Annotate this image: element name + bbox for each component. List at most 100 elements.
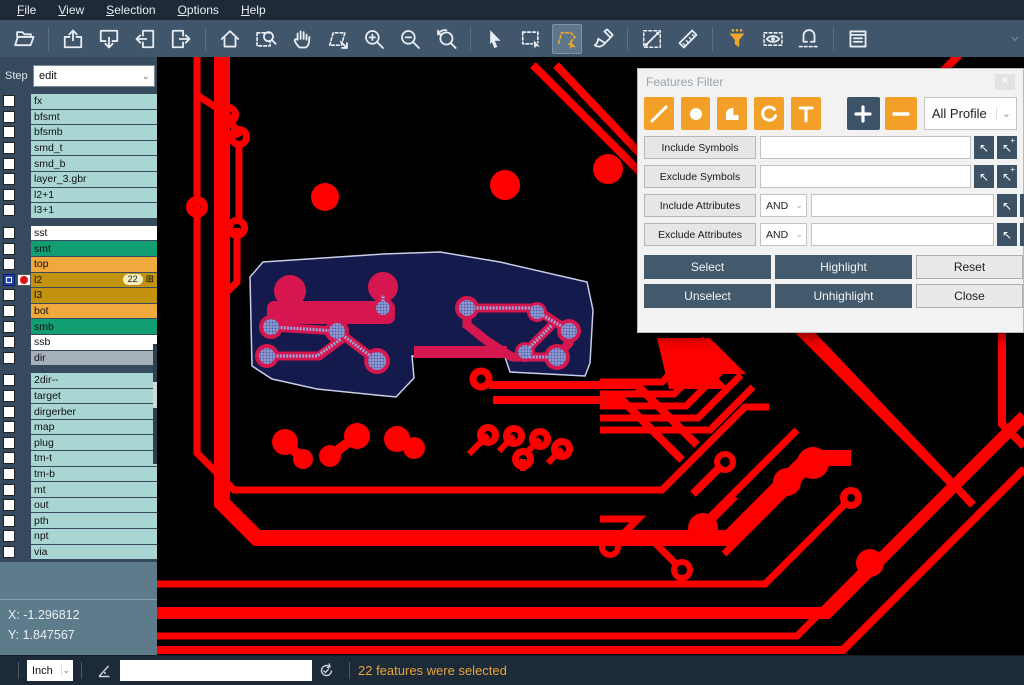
layer-checkbox-bfsmb[interactable] <box>3 126 15 138</box>
profile-select[interactable]: All Profile ⌄ <box>924 97 1017 130</box>
layer-name[interactable]: via <box>31 545 157 560</box>
angle-measure-icon[interactable] <box>96 663 112 679</box>
layer-row-smd_t[interactable]: smd_t <box>3 141 157 156</box>
layer-row-l3+1[interactable]: l3+1 <box>3 203 157 218</box>
measure-line-button[interactable] <box>637 24 667 54</box>
layer-checkbox-bfsmt[interactable] <box>3 111 15 123</box>
layer-name[interactable]: layer_3.gbr <box>31 172 157 187</box>
layer-row-2dir--[interactable]: 2dir-- <box>3 373 157 388</box>
layer-name[interactable]: out <box>31 498 157 513</box>
layer-row-l3[interactable]: l3 <box>3 288 157 303</box>
filter-label-button[interactable]: Include Symbols <box>644 136 756 159</box>
open-folder-button[interactable] <box>9 24 39 54</box>
menu-item-view[interactable]: View <box>47 1 95 19</box>
pan-hand-button[interactable] <box>287 24 317 54</box>
select-rectangle-button[interactable] <box>516 24 546 54</box>
layer-checkbox-pth[interactable] <box>3 515 15 527</box>
layer-checkbox-dir[interactable] <box>3 352 15 364</box>
layer-row-l2+1[interactable]: l2+1 <box>3 188 157 203</box>
layer-name[interactable]: tm-t <box>31 451 157 466</box>
layer-checkbox-npt[interactable] <box>3 530 15 542</box>
measure-ruler-button[interactable] <box>673 24 703 54</box>
layer-name[interactable]: fx <box>31 94 157 109</box>
select-pointer-button[interactable] <box>480 24 510 54</box>
pick-add-from-canvas-button[interactable]: ↖+ <box>997 136 1017 159</box>
unit-select[interactable]: Inch ⌄ <box>27 660 73 681</box>
layer-name[interactable]: plug <box>31 435 157 450</box>
layer-checkbox-smt[interactable] <box>3 243 15 255</box>
layer-name[interactable]: target <box>31 389 157 404</box>
layer-checkbox-bot[interactable] <box>3 305 15 317</box>
filter-label-button[interactable]: Include Attributes <box>644 194 756 217</box>
layer-name[interactable]: dirgerber <box>31 404 157 419</box>
layer-row-bot[interactable]: bot <box>3 304 157 319</box>
layer-row-tm-t[interactable]: tm-t <box>3 451 157 466</box>
layer-checkbox-smd_t[interactable] <box>3 142 15 154</box>
move-left-button[interactable] <box>130 24 160 54</box>
layer-row-layer_3.gbr[interactable]: layer_3.gbr <box>3 172 157 187</box>
menu-item-file[interactable]: File <box>6 1 47 19</box>
layer-checkbox-tm-b[interactable] <box>3 468 15 480</box>
layer-name[interactable]: map <box>31 420 157 435</box>
pick-from-canvas-button[interactable]: ↖ <box>974 136 994 159</box>
layer-name[interactable]: dir <box>31 351 157 366</box>
layer-checkbox-target[interactable] <box>3 390 15 402</box>
zoom-in-button[interactable] <box>359 24 389 54</box>
menu-item-options[interactable]: Options <box>167 1 230 19</box>
unselect-button[interactable]: Unselect <box>644 284 771 308</box>
pick-from-canvas-button[interactable]: ↖ <box>997 223 1017 246</box>
layer-checkbox-l2[interactable] <box>3 274 15 286</box>
layer-row-dirgerber[interactable]: dirgerber <box>3 404 157 419</box>
select-polygon-button[interactable] <box>552 24 582 54</box>
layer-list-scrollbar[interactable] <box>153 344 157 464</box>
layer-checkbox-fx[interactable] <box>3 95 15 107</box>
layer-name[interactable]: l3 <box>31 288 157 303</box>
layer-name[interactable]: pth <box>31 513 157 528</box>
layer-checkbox-via[interactable] <box>3 546 15 558</box>
layer-row-smt[interactable]: smt <box>3 241 157 256</box>
layer-name[interactable]: npt <box>31 529 157 544</box>
layer-row-ssb[interactable]: ssb <box>3 335 157 350</box>
layer-name[interactable]: mt <box>31 482 157 497</box>
reset-button[interactable]: Reset <box>916 255 1023 279</box>
home-button[interactable] <box>215 24 245 54</box>
layer-checkbox-tm-t[interactable] <box>3 452 15 464</box>
zoom-area-button[interactable] <box>251 24 281 54</box>
filter-value-input[interactable] <box>760 165 971 188</box>
layer-checkbox-l2+1[interactable] <box>3 189 15 201</box>
layer-checkbox-top[interactable] <box>3 258 15 270</box>
layer-name[interactable]: smb <box>31 319 157 334</box>
layer-name[interactable]: top <box>31 257 157 272</box>
unhighlight-button[interactable]: Unhighlight <box>775 284 912 308</box>
layer-row-npt[interactable]: npt <box>3 529 157 544</box>
layer-name[interactable]: l222⊞ <box>31 273 157 288</box>
layer-row-bfsmb[interactable]: bfsmb <box>3 125 157 140</box>
view-options-button[interactable] <box>758 24 788 54</box>
layer-row-plug[interactable]: plug <box>3 435 157 450</box>
layer-checkbox-plug[interactable] <box>3 437 15 449</box>
command-input[interactable] <box>120 660 312 681</box>
layer-row-l2[interactable]: l222⊞ <box>3 273 157 288</box>
layer-row-smb[interactable]: smb <box>3 319 157 334</box>
highlight-button[interactable]: Highlight <box>775 255 912 279</box>
remove-filter-button[interactable] <box>885 97 917 130</box>
filter-value-input[interactable] <box>811 223 994 246</box>
layer-grid-icon[interactable]: ⊞ <box>146 274 154 285</box>
layer-row-mt[interactable]: mt <box>3 482 157 497</box>
filter-value-input[interactable] <box>760 136 971 159</box>
layer-name[interactable]: smd_t <box>31 141 157 156</box>
pick-from-canvas-button[interactable]: ↖ <box>997 194 1017 217</box>
zoom-previous-button[interactable] <box>431 24 461 54</box>
layer-row-via[interactable]: via <box>3 545 157 560</box>
operator-select[interactable]: AND⌄ <box>760 194 807 217</box>
layer-list-button[interactable] <box>843 24 873 54</box>
layer-row-out[interactable]: out <box>3 498 157 513</box>
layer-checkbox-dirgerber[interactable] <box>3 406 15 418</box>
layer-row-tm-b[interactable]: tm-b <box>3 467 157 482</box>
layer-checkbox-smd_b[interactable] <box>3 158 15 170</box>
move-right-button[interactable] <box>166 24 196 54</box>
layer-row-fx[interactable]: fx <box>3 94 157 109</box>
layer-name[interactable]: sst <box>31 226 157 241</box>
layer-row-map[interactable]: map <box>3 420 157 435</box>
refresh-icon[interactable] <box>318 662 335 679</box>
